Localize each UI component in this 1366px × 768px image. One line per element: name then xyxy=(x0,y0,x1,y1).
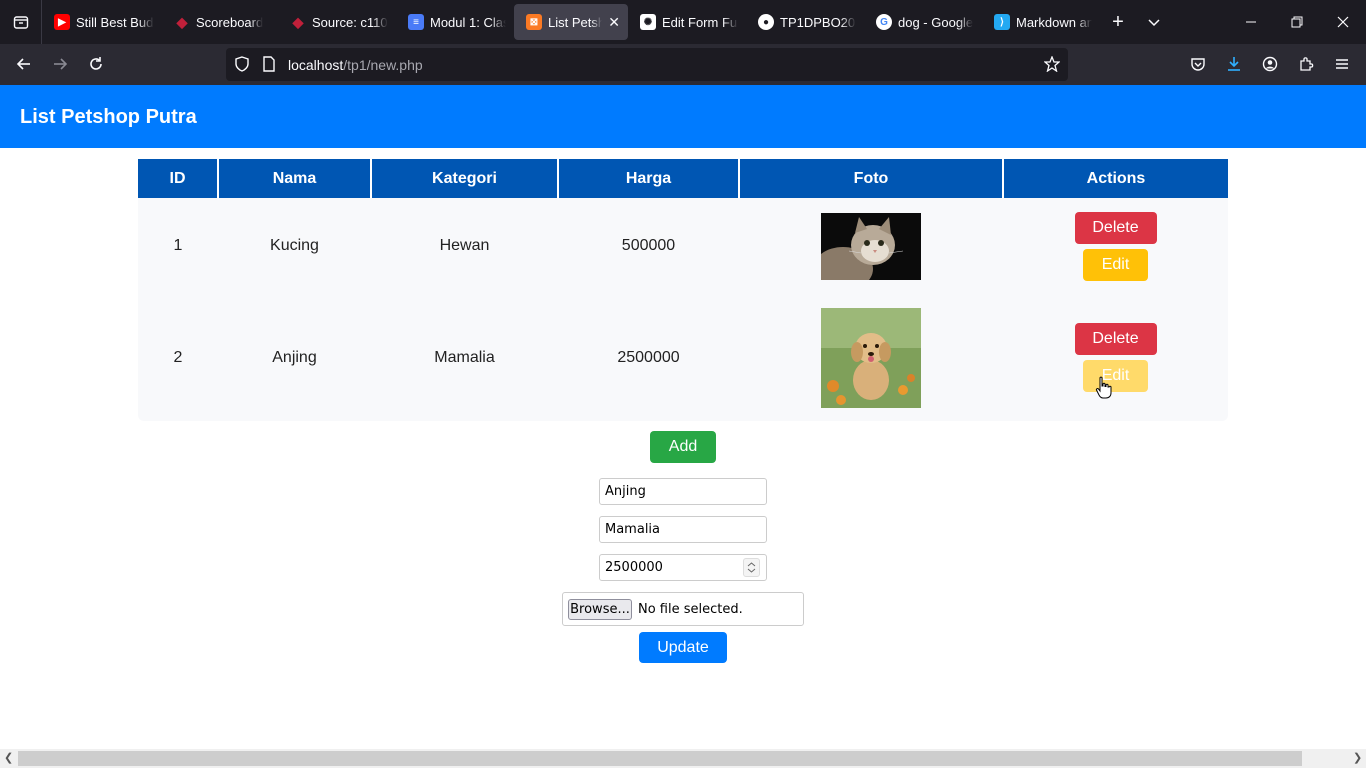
cell-nama: Kucing xyxy=(270,237,319,254)
cell-id: 2 xyxy=(173,348,183,366)
column-header-harga: Harga xyxy=(558,159,740,198)
browse-button[interactable]: Browse... xyxy=(568,599,632,620)
delete-button[interactable]: Delete xyxy=(1074,211,1157,244)
table-header-row: ID Nama Kategori Harga Foto Actions xyxy=(138,159,1228,198)
tab-source[interactable]: ◆ Source: c1102 xyxy=(278,4,396,40)
menu-icon[interactable] xyxy=(1326,48,1358,80)
table-row: 1 Kucing Hewan 500000 Delete Edit xyxy=(138,198,1228,294)
cell-actions: Delete Edit xyxy=(1003,198,1228,294)
tab-bar: ▶ Still Best Budg ◆ Scoreboard ◆ Source:… xyxy=(0,0,1366,44)
table-row: 2 Anjing Mamalia 2500000 Delete Edit xyxy=(138,294,1228,421)
harga-value: 2500000 xyxy=(605,560,663,575)
tab-title: TP1DPBO2025 xyxy=(780,14,856,30)
scroll-left-icon[interactable]: ❮ xyxy=(4,751,13,764)
cell-harga: 2500000 xyxy=(617,348,680,366)
tab-youtube[interactable]: ▶ Still Best Budg xyxy=(42,4,162,40)
nama-input[interactable]: Anjing xyxy=(599,478,767,505)
harga-input[interactable]: 2500000 xyxy=(599,554,767,581)
github-icon: ● xyxy=(758,14,774,30)
cell-harga: 500000 xyxy=(621,237,676,254)
dog-photo xyxy=(821,307,921,408)
tab-list-petshop[interactable]: ⊠ List Petshop ✕ xyxy=(514,4,628,40)
google-icon: G xyxy=(876,14,892,30)
edit-button[interactable]: Edit xyxy=(1083,360,1148,392)
petshop-table: ID Nama Kategori Harga Foto Actions 1 Ku… xyxy=(138,159,1228,421)
xampp-icon: ⊠ xyxy=(526,14,542,30)
column-header-nama: Nama xyxy=(218,159,372,198)
tab-title: Source: c1102 xyxy=(312,14,388,30)
file-input[interactable]: Browse... No file selected. xyxy=(562,592,804,626)
url-path: /tp1/new.php xyxy=(343,57,423,73)
tab-title: dog - Google xyxy=(898,14,974,30)
ctf-icon: ◆ xyxy=(292,13,304,30)
add-button[interactable]: Add xyxy=(650,431,716,463)
page-content: List Petshop Putra ID Nama Kategori Harg… xyxy=(0,85,1366,749)
reload-icon[interactable] xyxy=(80,48,112,80)
new-tab-icon[interactable]: + xyxy=(1100,4,1136,40)
ctf-icon: ◆ xyxy=(176,13,188,30)
column-header-kategori: Kategori xyxy=(371,159,559,198)
kategori-input[interactable]: Mamalia xyxy=(599,516,767,543)
shield-icon[interactable] xyxy=(234,56,250,77)
number-spinner[interactable] xyxy=(743,558,760,577)
back-icon[interactable] xyxy=(8,48,40,80)
tab-title: Scoreboard xyxy=(196,14,264,30)
tab-scoreboard[interactable]: ◆ Scoreboard xyxy=(162,4,278,40)
tab-github[interactable]: ● TP1DPBO2025 xyxy=(746,4,864,40)
pocket-icon[interactable] xyxy=(1182,48,1214,80)
close-window-icon[interactable] xyxy=(1320,0,1366,44)
cell-kategori: Hewan xyxy=(439,237,490,254)
chevron-down-icon[interactable] xyxy=(1136,4,1172,40)
tab-title: Still Best Budg xyxy=(76,14,154,30)
bookmark-star-icon[interactable] xyxy=(1043,55,1061,77)
hand-cursor-icon xyxy=(1095,376,1112,399)
tab-vscode[interactable]: ⟩ Markdown and xyxy=(982,4,1100,40)
tab-title: List Petshop xyxy=(548,14,603,30)
scroll-right-icon[interactable]: ❯ xyxy=(1353,751,1362,764)
url-host: localhost xyxy=(288,57,344,73)
close-tab-icon[interactable]: ✕ xyxy=(608,14,620,31)
column-header-id: ID xyxy=(138,159,219,198)
page-title: List Petshop Putra xyxy=(20,106,197,128)
edit-button[interactable]: Edit xyxy=(1083,248,1148,281)
cell-id: 1 xyxy=(173,237,183,254)
docs-icon: ≡ xyxy=(408,14,424,30)
tab-title: Edit Form Func xyxy=(662,14,738,30)
downloads-icon[interactable] xyxy=(1218,48,1250,80)
file-status-text: No file selected. xyxy=(638,602,743,617)
restore-icon[interactable] xyxy=(1274,0,1320,44)
navigation-bar: localhost/tp1/new.php xyxy=(0,44,1366,85)
vscode-icon: ⟩ xyxy=(994,14,1010,30)
page-header: List Petshop Putra xyxy=(0,85,1366,148)
cell-actions: Delete Edit xyxy=(1003,294,1228,421)
cell-foto xyxy=(739,294,1003,421)
page-icon[interactable] xyxy=(262,56,276,77)
forward-icon[interactable] xyxy=(44,48,76,80)
tab-edit-form[interactable]: ✺ Edit Form Func xyxy=(628,4,746,40)
cell-nama: Anjing xyxy=(272,348,317,366)
minimize-icon[interactable] xyxy=(1228,0,1274,44)
cell-foto xyxy=(739,198,1003,294)
tab-modul[interactable]: ≡ Modul 1: Class xyxy=(396,4,514,40)
url-text[interactable]: localhost/tp1/new.php xyxy=(288,57,423,73)
update-button[interactable]: Update xyxy=(639,632,727,663)
youtube-icon: ▶ xyxy=(54,14,70,30)
tab-title: Modul 1: Class xyxy=(430,14,506,30)
account-icon[interactable] xyxy=(1254,48,1286,80)
extensions-icon[interactable] xyxy=(1290,48,1322,80)
column-header-actions: Actions xyxy=(1003,159,1228,198)
column-header-foto: Foto xyxy=(739,159,1004,198)
scrollbar-thumb[interactable] xyxy=(18,751,1302,766)
tab-list-icon[interactable] xyxy=(0,0,42,44)
tab-title: Markdown and xyxy=(1016,14,1092,30)
horizontal-scrollbar[interactable]: ❮ ❯ xyxy=(0,749,1366,768)
url-bar[interactable]: localhost/tp1/new.php xyxy=(226,48,1068,81)
delete-button[interactable]: Delete xyxy=(1074,323,1157,355)
chatgpt-icon: ✺ xyxy=(640,14,656,30)
cat-photo xyxy=(821,212,921,280)
cell-kategori: Mamalia xyxy=(434,348,495,366)
tab-google[interactable]: G dog - Google xyxy=(864,4,982,40)
